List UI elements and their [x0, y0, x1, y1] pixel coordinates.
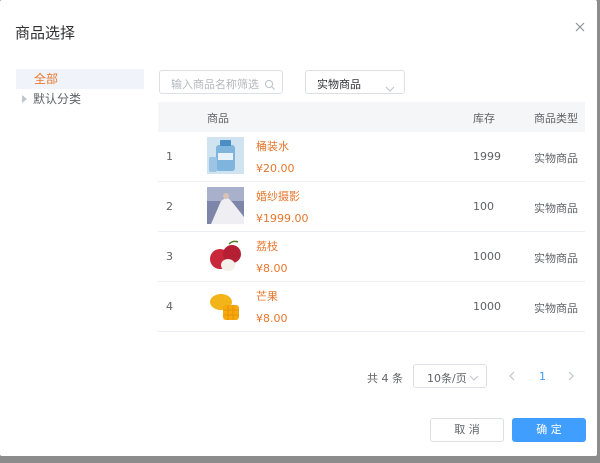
category-tree: 全部 默认分类: [16, 69, 144, 109]
caret-right-icon[interactable]: [22, 95, 27, 103]
chevron-down-icon: [469, 372, 479, 385]
header-stock: 库存: [473, 112, 495, 125]
search-icon[interactable]: [264, 76, 276, 95]
lychee-icon: [207, 237, 244, 274]
product-stock: 100: [473, 200, 494, 213]
water-bottle-icon: [207, 137, 244, 174]
product-price: ¥8.00: [256, 262, 288, 275]
product-type-value: 实物商品: [317, 78, 361, 91]
product-price: ¥1999.00: [256, 212, 309, 225]
product-type: 实物商品: [534, 152, 578, 165]
tree-item-default-category[interactable]: 默认分类: [16, 89, 144, 109]
table-row[interactable]: 2 婚纱摄影 ¥1999.00 100 实物商品: [158, 182, 585, 232]
prev-page-button[interactable]: [508, 370, 516, 385]
close-icon[interactable]: [573, 20, 587, 34]
product-stock: 1000: [473, 250, 501, 263]
product-type-select[interactable]: 实物商品: [305, 70, 405, 94]
row-index: 2: [166, 200, 173, 213]
confirm-button[interactable]: 确 定: [512, 418, 586, 442]
search-placeholder: 输入商品名称筛选: [171, 78, 259, 91]
chevron-down-icon: [385, 78, 395, 97]
next-page-button[interactable]: [567, 370, 575, 385]
product-name[interactable]: 芒果: [256, 288, 278, 304]
product-stock: 1999: [473, 150, 501, 163]
product-name[interactable]: 荔枝: [256, 238, 278, 254]
product-type: 实物商品: [534, 202, 578, 215]
pagination-total: 共 4 条: [367, 372, 403, 385]
page-size-select[interactable]: 10条/页: [413, 364, 487, 388]
row-index: 4: [166, 300, 173, 313]
tree-item-all[interactable]: 全部: [16, 69, 144, 89]
dialog-title: 商品选择: [15, 24, 76, 42]
header-product: 商品: [207, 112, 229, 125]
product-type: 实物商品: [534, 252, 578, 265]
tree-item-label: 默认分类: [33, 92, 82, 106]
mango-icon: [207, 287, 244, 324]
product-price: ¥8.00: [256, 312, 288, 325]
product-search-input[interactable]: 输入商品名称筛选: [159, 70, 283, 94]
product-name[interactable]: 桶装水: [256, 138, 289, 154]
row-index: 1: [166, 150, 173, 163]
product-stock: 1000: [473, 300, 501, 313]
product-name[interactable]: 婚纱摄影: [256, 188, 300, 204]
table-row[interactable]: 1 桶装水 ¥20.00 1999 实物商品: [158, 132, 585, 182]
goods-select-dialog: 商品选择 全部 默认分类 输入商品名称筛选 实物商品 商品 库存 商品类型 1: [0, 0, 597, 456]
table-header: 商品 库存 商品类型: [158, 102, 585, 132]
wedding-photo-icon: [207, 187, 244, 224]
table-row[interactable]: 3 荔枝 ¥8.00 1000 实物商品: [158, 232, 585, 282]
row-index: 3: [166, 250, 173, 263]
table-row[interactable]: 4 芒果 ¥8.00 1000 实物商品: [158, 282, 585, 332]
product-table: 商品 库存 商品类型 1 桶装水 ¥20.00 1999 实物商品 2 婚纱摄影…: [158, 102, 585, 332]
page-number-current[interactable]: 1: [539, 370, 546, 383]
cancel-button[interactable]: 取 消: [430, 418, 504, 442]
pagination: 共 4 条 10条/页 1: [0, 364, 597, 390]
header-type: 商品类型: [534, 112, 578, 125]
product-type: 实物商品: [534, 302, 578, 315]
page-size-value: 10条/页: [427, 372, 467, 385]
product-price: ¥20.00: [256, 162, 295, 175]
